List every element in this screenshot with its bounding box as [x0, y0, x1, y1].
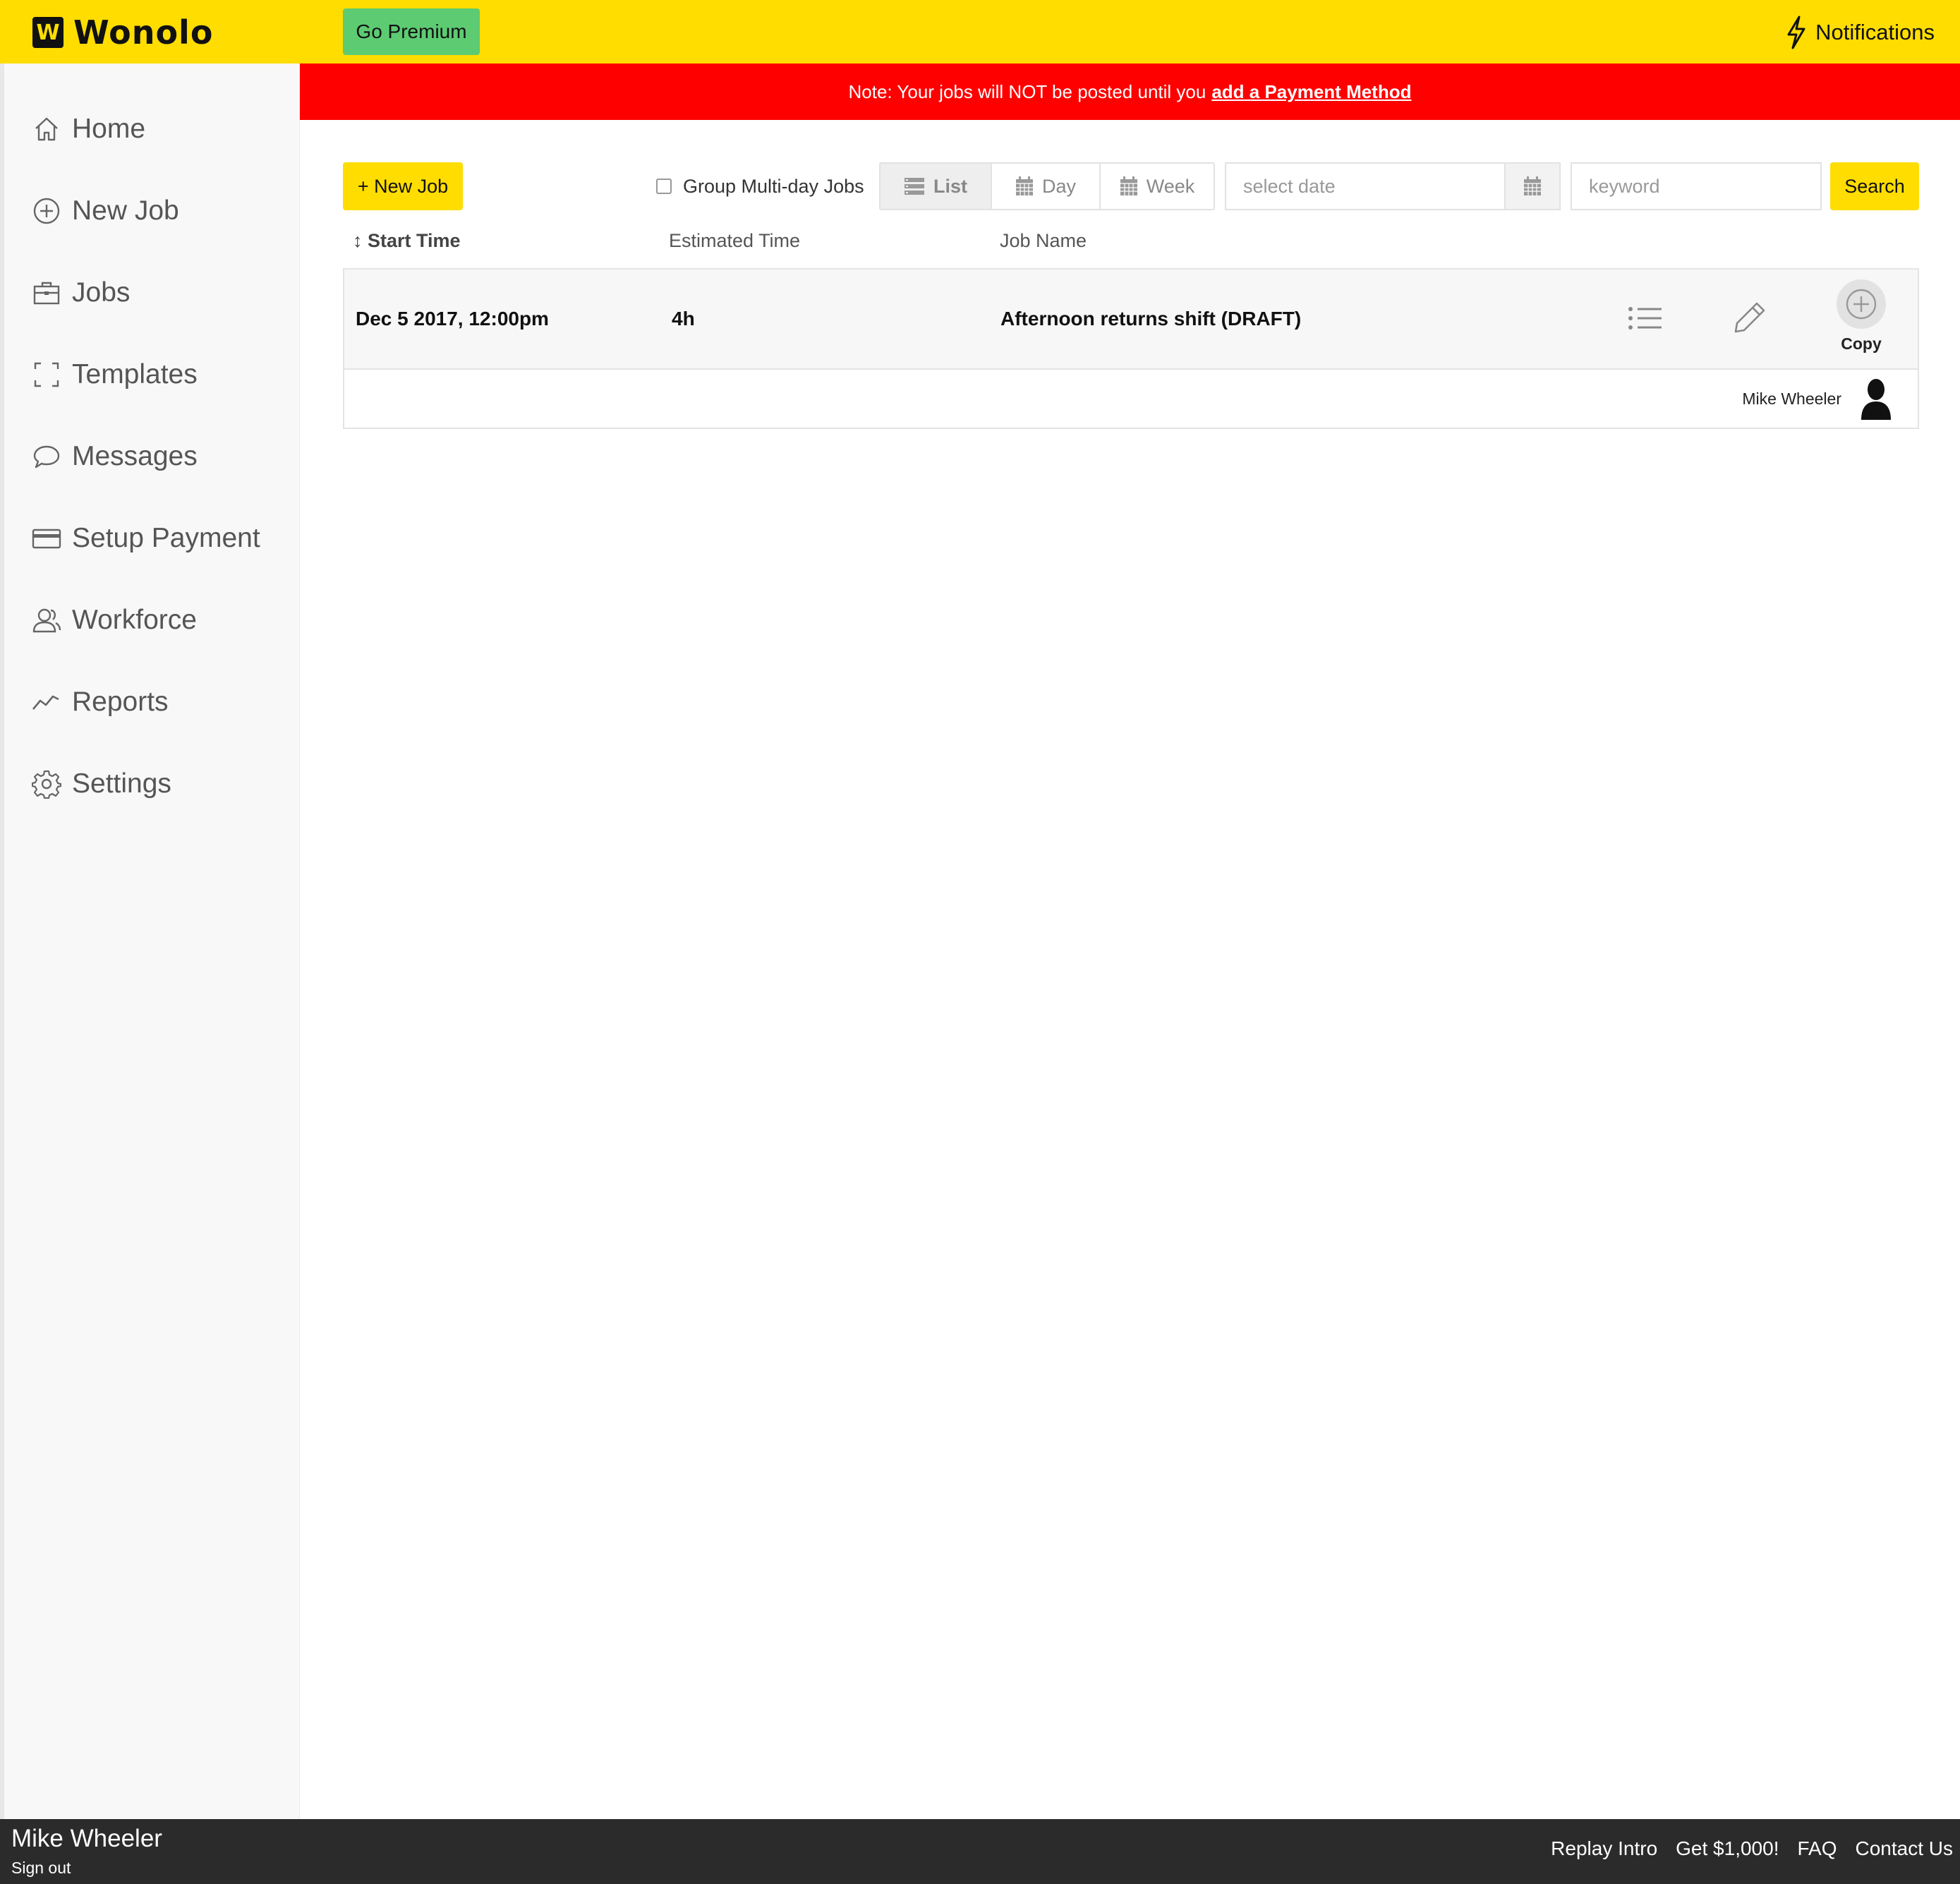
job-estimated-time: 4h	[672, 308, 695, 330]
copy-label: Copy	[1841, 334, 1882, 353]
job-details-list-icon[interactable]	[1624, 301, 1666, 336]
new-job-button[interactable]: + New Job	[343, 162, 463, 210]
sort-icon: ↕	[353, 230, 363, 251]
sign-out-link[interactable]: Sign out	[11, 1859, 71, 1878]
credit-card-icon	[31, 523, 62, 554]
keyword-input[interactable]: keyword	[1571, 162, 1822, 210]
calendar-icon	[1120, 176, 1137, 195]
gear-icon	[31, 768, 62, 799]
sidebar-item-label: Messages	[72, 441, 198, 471]
sidebar-item-reports[interactable]: Reports	[31, 677, 292, 727]
view-week-button[interactable]: Week	[1101, 164, 1214, 209]
job-start-time: Dec 5 2017, 12:00pm	[356, 308, 549, 330]
date-placeholder: select date	[1243, 175, 1336, 197]
sidebar-item-label: Settings	[72, 768, 171, 799]
sidebar-item-label: Home	[72, 114, 146, 144]
footer-user-name: Mike Wheeler	[11, 1825, 162, 1852]
logo-text: Wonolo	[73, 13, 214, 52]
home-icon	[31, 114, 62, 145]
column-header-job-name: Job Name	[1000, 230, 1087, 251]
table-row[interactable]: Dec 5 2017, 12:00pm 4h Afternoon returns…	[344, 270, 1918, 370]
view-list-label: List	[933, 175, 967, 197]
job-card: Dec 5 2017, 12:00pm 4h Afternoon returns…	[343, 268, 1919, 429]
top-bar: W Wonolo Go Premium Notifications	[0, 0, 1960, 64]
line-chart-icon	[31, 687, 62, 718]
sidebar-item-setup-payment[interactable]: Setup Payment	[31, 514, 292, 563]
sidebar-item-label: Jobs	[72, 277, 131, 308]
payment-alert-banner: Note: Your jobs will NOT be posted until…	[300, 64, 1960, 120]
avatar-icon	[1861, 379, 1891, 420]
job-name: Afternoon returns shift (DRAFT)	[1000, 308, 1302, 330]
notifications-button[interactable]: Notifications	[1786, 13, 1935, 52]
sidebar-item-home[interactable]: Home	[31, 104, 292, 154]
footer: Mike Wheeler Sign out Replay Intro Get $…	[0, 1819, 1960, 1884]
keyword-placeholder: keyword	[1589, 175, 1660, 197]
list-view-icon	[904, 178, 924, 195]
plus-circle-icon	[31, 195, 62, 227]
notifications-label: Notifications	[1815, 20, 1935, 44]
sidebar-item-messages[interactable]: Messages	[31, 432, 292, 481]
wonolo-logo[interactable]: W Wonolo	[32, 13, 214, 52]
group-multiday-checkbox[interactable]	[656, 179, 672, 194]
sidebar-item-label: Setup Payment	[72, 523, 260, 553]
view-day-button[interactable]: Day	[992, 164, 1101, 209]
replay-intro-link[interactable]: Replay Intro	[1551, 1837, 1657, 1860]
alert-text: Note: Your jobs will NOT be posted until…	[848, 80, 1206, 102]
sidebar-item-jobs[interactable]: Jobs	[31, 268, 292, 318]
speech-bubble-icon	[31, 441, 62, 472]
contact-us-link[interactable]: Contact Us	[1856, 1837, 1954, 1860]
people-icon	[31, 605, 62, 636]
sidebar-item-label: Reports	[72, 687, 169, 717]
sidebar-item-label: Workforce	[72, 605, 197, 635]
footer-links: Replay Intro Get $1,000! FAQ Contact Us	[1532, 1837, 1953, 1860]
logo-mark: W	[32, 17, 63, 48]
edit-pencil-icon[interactable]	[1729, 296, 1771, 339]
go-premium-button[interactable]: Go Premium	[343, 8, 480, 55]
copy-job-button[interactable]: Copy	[1826, 279, 1897, 354]
job-assignee[interactable]: Mike Wheeler	[1742, 375, 1892, 422]
view-day-label: Day	[1041, 175, 1076, 197]
briefcase-icon	[31, 277, 62, 308]
date-picker-button[interactable]	[1504, 162, 1561, 210]
group-multiday-label: Group Multi-day Jobs	[683, 175, 864, 197]
sidebar-item-label: New Job	[72, 195, 179, 226]
view-list-button[interactable]: List	[881, 164, 992, 209]
calendar-icon	[1524, 176, 1541, 195]
copy-plus-icon	[1837, 279, 1886, 329]
faq-link[interactable]: FAQ	[1797, 1837, 1837, 1860]
referral-link[interactable]: Get $1,000!	[1676, 1837, 1779, 1860]
sidebar-item-settings[interactable]: Settings	[31, 759, 292, 809]
calendar-icon	[1015, 176, 1033, 195]
view-toggle: List Day Week	[879, 162, 1215, 210]
start-time-header-label: Start Time	[368, 230, 461, 251]
search-button[interactable]: Search	[1830, 162, 1919, 210]
date-input[interactable]: select date	[1225, 162, 1504, 210]
assignee-name: Mike Wheeler	[1742, 389, 1841, 408]
column-header-estimated-time: Estimated Time	[669, 230, 801, 251]
sidebar: Home New Job Jobs Templates Messages Set…	[0, 64, 300, 1819]
lightning-icon	[1787, 16, 1805, 49]
group-multiday-option: Group Multi-day Jobs	[656, 174, 864, 199]
sidebar-item-label: Templates	[72, 359, 198, 390]
sidebar-item-new-job[interactable]: New Job	[31, 186, 292, 236]
sidebar-item-workforce[interactable]: Workforce	[31, 596, 292, 645]
add-payment-method-link[interactable]: add a Payment Method	[1211, 81, 1411, 103]
column-header-start-time[interactable]: ↕ Start Time	[353, 230, 461, 252]
sidebar-item-templates[interactable]: Templates	[31, 350, 292, 399]
view-week-label: Week	[1146, 175, 1195, 197]
template-icon	[31, 359, 62, 390]
